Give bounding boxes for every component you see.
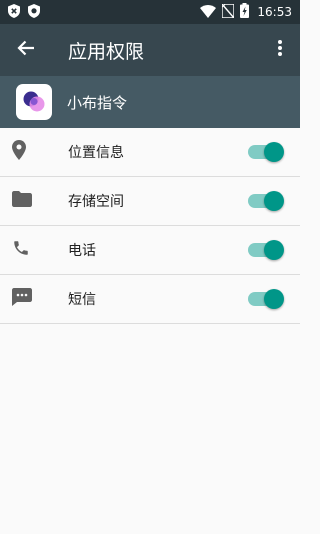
arrow-back-icon	[17, 39, 35, 61]
battery-charging-icon	[240, 2, 250, 22]
phone-permission-toggle[interactable]	[248, 240, 284, 260]
permission-label: 短信	[68, 292, 96, 308]
permission-label: 位置信息	[68, 145, 124, 161]
app-header: 小布指令	[0, 76, 300, 128]
permission-row-phone[interactable]: 电话	[0, 226, 300, 275]
status-time: 16:53	[257, 5, 292, 19]
no-sim-icon	[221, 2, 236, 22]
shield-badge-icon	[28, 3, 40, 22]
more-vert-icon	[278, 40, 282, 60]
permission-row-storage[interactable]: 存储空间	[0, 177, 300, 226]
more-options-button[interactable]	[260, 24, 300, 76]
sms-icon	[12, 288, 32, 310]
permission-label: 存储空间	[68, 194, 124, 210]
permission-row-location[interactable]: 位置信息	[0, 128, 300, 177]
shield-x-icon	[8, 3, 20, 22]
back-button[interactable]	[0, 24, 52, 76]
location-icon	[12, 140, 26, 164]
app-name: 小布指令	[67, 93, 128, 112]
app-bar: 应用权限	[0, 24, 300, 76]
permission-list: 位置信息 存储空间 电话 短信	[0, 128, 300, 324]
status-bar: 16:53	[0, 0, 300, 24]
permission-label: 电话	[68, 243, 96, 259]
phone-icon	[12, 239, 30, 261]
permission-row-sms[interactable]: 短信	[0, 275, 300, 324]
wifi-icon	[200, 3, 217, 22]
location-permission-toggle[interactable]	[248, 142, 284, 162]
page-title: 应用权限	[68, 40, 145, 63]
folder-icon	[12, 191, 32, 211]
sms-permission-toggle[interactable]	[248, 289, 284, 309]
storage-permission-toggle[interactable]	[248, 191, 284, 211]
app-logo-icon	[16, 84, 52, 120]
